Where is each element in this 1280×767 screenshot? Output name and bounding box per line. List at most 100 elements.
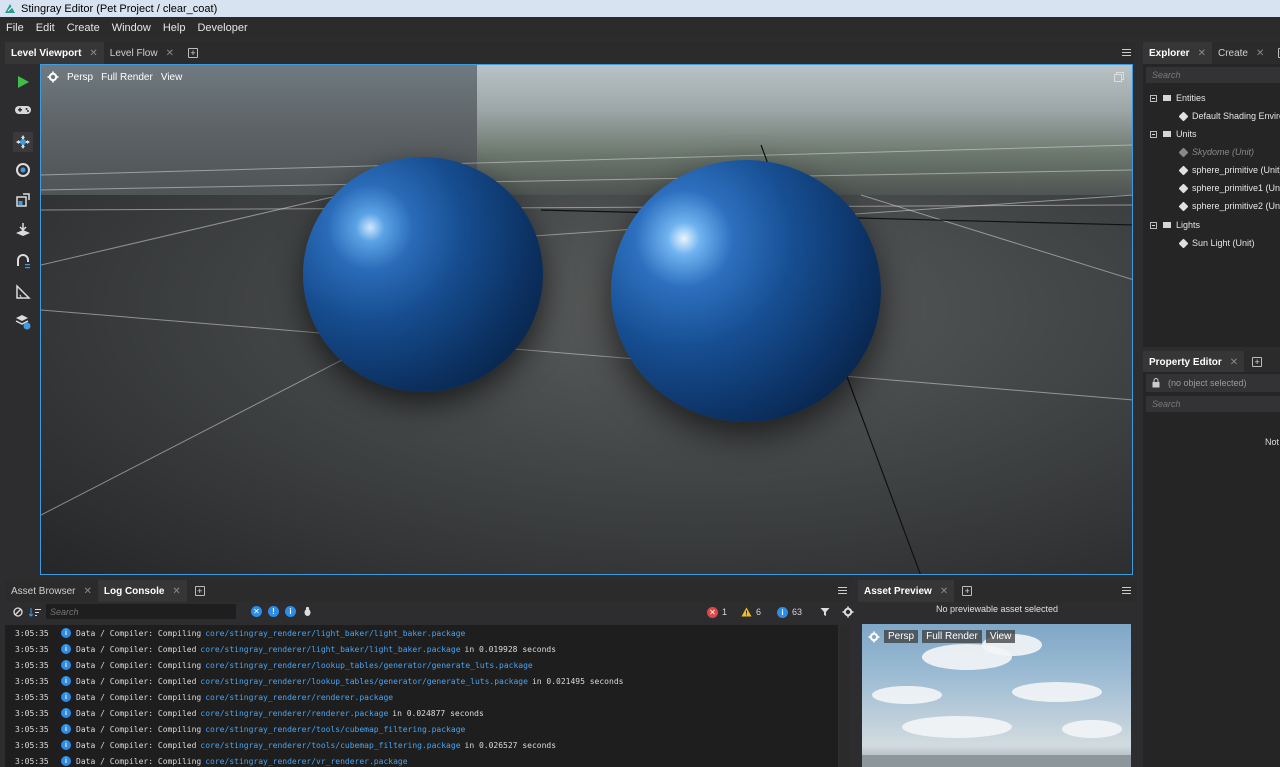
units-icon[interactable] bbox=[13, 312, 33, 332]
preview-view-button[interactable]: View bbox=[985, 630, 1016, 643]
view-menu-button[interactable]: View bbox=[161, 72, 183, 83]
filter-icon[interactable] bbox=[820, 607, 830, 617]
warning-filter-icon[interactable]: ! bbox=[268, 606, 279, 617]
log-path-link[interactable]: core/stingray_renderer/tools/cubemap_fil… bbox=[200, 741, 460, 750]
rotate-icon[interactable] bbox=[13, 160, 33, 180]
tree-item-sun-light[interactable]: Sun Light (Unit) bbox=[1178, 235, 1255, 251]
tree-item-entities[interactable]: Entities bbox=[1150, 90, 1206, 106]
tree-item-lights[interactable]: Lights bbox=[1150, 217, 1200, 233]
log-path-link[interactable]: core/stingray_renderer/light_baker/light… bbox=[205, 629, 465, 638]
tab-property-editor[interactable]: Property Editor ✕ bbox=[1143, 351, 1245, 373]
close-icon[interactable]: ✕ bbox=[1256, 48, 1264, 59]
explorer-panel: Search Entities Default Shading Enviro U… bbox=[1143, 64, 1280, 347]
preview-render-button[interactable]: Full Render bbox=[922, 630, 982, 643]
collapse-icon[interactable] bbox=[1150, 94, 1157, 102]
play-icon[interactable] bbox=[13, 72, 33, 92]
log-console[interactable]: 3:05:35 i Data / Compiler: Compiling core/s… bbox=[5, 625, 838, 767]
asset-preview-viewport[interactable]: Persp Full Render View bbox=[862, 624, 1131, 767]
tab-asset-preview[interactable]: Asset Preview ✕ bbox=[858, 580, 955, 602]
close-icon[interactable]: ✕ bbox=[1198, 48, 1206, 59]
info-icon: i bbox=[61, 660, 71, 670]
tree-item-sphere-primitive2[interactable]: sphere_primitive2 (Uni bbox=[1178, 198, 1280, 214]
panel-menu-icon[interactable] bbox=[1122, 49, 1131, 56]
gear-icon[interactable] bbox=[868, 631, 880, 643]
tab-label: Level Flow bbox=[109, 47, 158, 59]
tree-item-default-shading[interactable]: Default Shading Enviro bbox=[1178, 108, 1280, 124]
log-path-link[interactable]: core/stingray_renderer/light_baker/light… bbox=[200, 645, 460, 654]
tab-explorer[interactable]: Explorer ✕ bbox=[1143, 42, 1212, 64]
info-filter-icon[interactable]: i bbox=[285, 606, 296, 617]
log-path-link[interactable]: core/stingray_renderer/lookup_tables/gen… bbox=[205, 661, 533, 670]
menu-help[interactable]: Help bbox=[163, 22, 186, 34]
tree-item-sphere-primitive1[interactable]: sphere_primitive1 (Uni bbox=[1178, 180, 1280, 196]
selection-label: (no object selected) bbox=[1168, 378, 1247, 388]
sort-icon[interactable] bbox=[29, 607, 41, 617]
tree-item-label: Default Shading Enviro bbox=[1192, 111, 1280, 121]
tree-item-sphere-primitive[interactable]: sphere_primitive (Unit) bbox=[1178, 162, 1280, 178]
preview-camera-button[interactable]: Persp bbox=[884, 630, 919, 643]
scale-icon[interactable] bbox=[13, 190, 33, 210]
tree-item-units[interactable]: Units bbox=[1150, 126, 1197, 142]
log-message: Data / Compiler: Compiled bbox=[76, 644, 197, 654]
property-search-input[interactable]: Search bbox=[1146, 396, 1280, 412]
add-tab-icon[interactable]: + bbox=[1252, 357, 1263, 367]
log-path-link[interactable]: core/stingray_renderer/renderer.package bbox=[205, 693, 393, 702]
log-path-link[interactable]: core/stingray_renderer/tools/cubemap_fil… bbox=[205, 725, 465, 734]
panel-menu-icon[interactable] bbox=[838, 587, 847, 594]
add-tab-icon[interactable]: + bbox=[188, 48, 198, 58]
error-filter-icon[interactable]: ✕ bbox=[251, 606, 262, 617]
add-tab-icon[interactable]: + bbox=[962, 586, 973, 596]
explorer-search-input[interactable]: Search bbox=[1146, 67, 1280, 83]
log-line: 3:05:35 i Data / Compiler: Compiling core/s… bbox=[5, 625, 838, 641]
sphere-primitive[interactable] bbox=[303, 157, 543, 392]
ruler-icon[interactable] bbox=[13, 282, 33, 302]
close-icon[interactable]: ✕ bbox=[83, 586, 91, 597]
add-tab-icon[interactable]: + bbox=[194, 586, 205, 596]
gamepad-icon[interactable] bbox=[13, 100, 33, 120]
close-icon[interactable]: ✕ bbox=[940, 586, 948, 597]
move-icon[interactable] bbox=[13, 132, 33, 152]
log-path-link[interactable]: core/stingray_renderer/lookup_tables/gen… bbox=[200, 677, 528, 686]
tree-item-skydome[interactable]: Skydome (Unit) bbox=[1178, 144, 1254, 160]
tree-item-label: Entities bbox=[1176, 93, 1206, 103]
close-icon[interactable]: ✕ bbox=[166, 48, 174, 59]
clear-log-icon[interactable] bbox=[13, 607, 23, 617]
maximize-icon[interactable] bbox=[1114, 72, 1124, 82]
empty-state-text: Not bbox=[1265, 437, 1280, 447]
log-message: Data / Compiler: Compiling bbox=[76, 756, 202, 766]
tab-asset-browser[interactable]: Asset Browser ✕ bbox=[5, 580, 98, 602]
close-icon[interactable]: ✕ bbox=[172, 586, 180, 597]
tab-level-flow[interactable]: Level Flow ✕ bbox=[104, 42, 180, 64]
tab-level-viewport[interactable]: Level Viewport ✕ bbox=[5, 42, 104, 64]
collapse-icon[interactable] bbox=[1150, 130, 1157, 138]
log-scrollbar[interactable] bbox=[840, 625, 850, 767]
camera-mode-button[interactable]: Persp bbox=[67, 72, 93, 83]
close-icon[interactable]: ✕ bbox=[1230, 357, 1238, 368]
lock-icon[interactable] bbox=[1152, 378, 1160, 388]
gear-icon[interactable] bbox=[47, 71, 59, 83]
bug-filter-icon[interactable] bbox=[302, 606, 313, 617]
collapse-icon[interactable] bbox=[1150, 221, 1157, 229]
menu-edit[interactable]: Edit bbox=[36, 22, 55, 34]
close-icon[interactable]: ✕ bbox=[89, 48, 97, 59]
log-path-link[interactable]: core/stingray_renderer/vr_renderer.packa… bbox=[205, 757, 407, 766]
render-mode-button[interactable]: Full Render bbox=[101, 72, 153, 83]
log-time: 3:05:35 bbox=[15, 756, 49, 766]
menu-create[interactable]: Create bbox=[67, 22, 100, 34]
tree-item-label: sphere_primitive2 (Uni bbox=[1192, 201, 1280, 211]
menu-window[interactable]: Window bbox=[112, 22, 151, 34]
log-path-link[interactable]: core/stingray_renderer/renderer.package bbox=[200, 709, 388, 718]
viewport-tab-bar: Level Viewport ✕ Level Flow ✕ + bbox=[5, 42, 1135, 64]
snap-icon[interactable] bbox=[13, 252, 33, 272]
sphere-primitive[interactable] bbox=[611, 160, 881, 422]
level-viewport[interactable]: Persp Full Render View bbox=[40, 64, 1133, 575]
tab-log-console[interactable]: Log Console ✕ bbox=[97, 580, 187, 602]
menu-file[interactable]: File bbox=[6, 22, 24, 34]
gear-icon[interactable] bbox=[842, 606, 854, 618]
menu-developer[interactable]: Developer bbox=[197, 22, 247, 34]
log-search-input[interactable]: Search bbox=[46, 604, 236, 619]
panel-menu-icon[interactable] bbox=[1122, 587, 1131, 594]
place-icon[interactable] bbox=[13, 220, 33, 240]
unit-icon bbox=[1178, 165, 1189, 175]
tab-create[interactable]: Create ✕ bbox=[1212, 42, 1270, 64]
